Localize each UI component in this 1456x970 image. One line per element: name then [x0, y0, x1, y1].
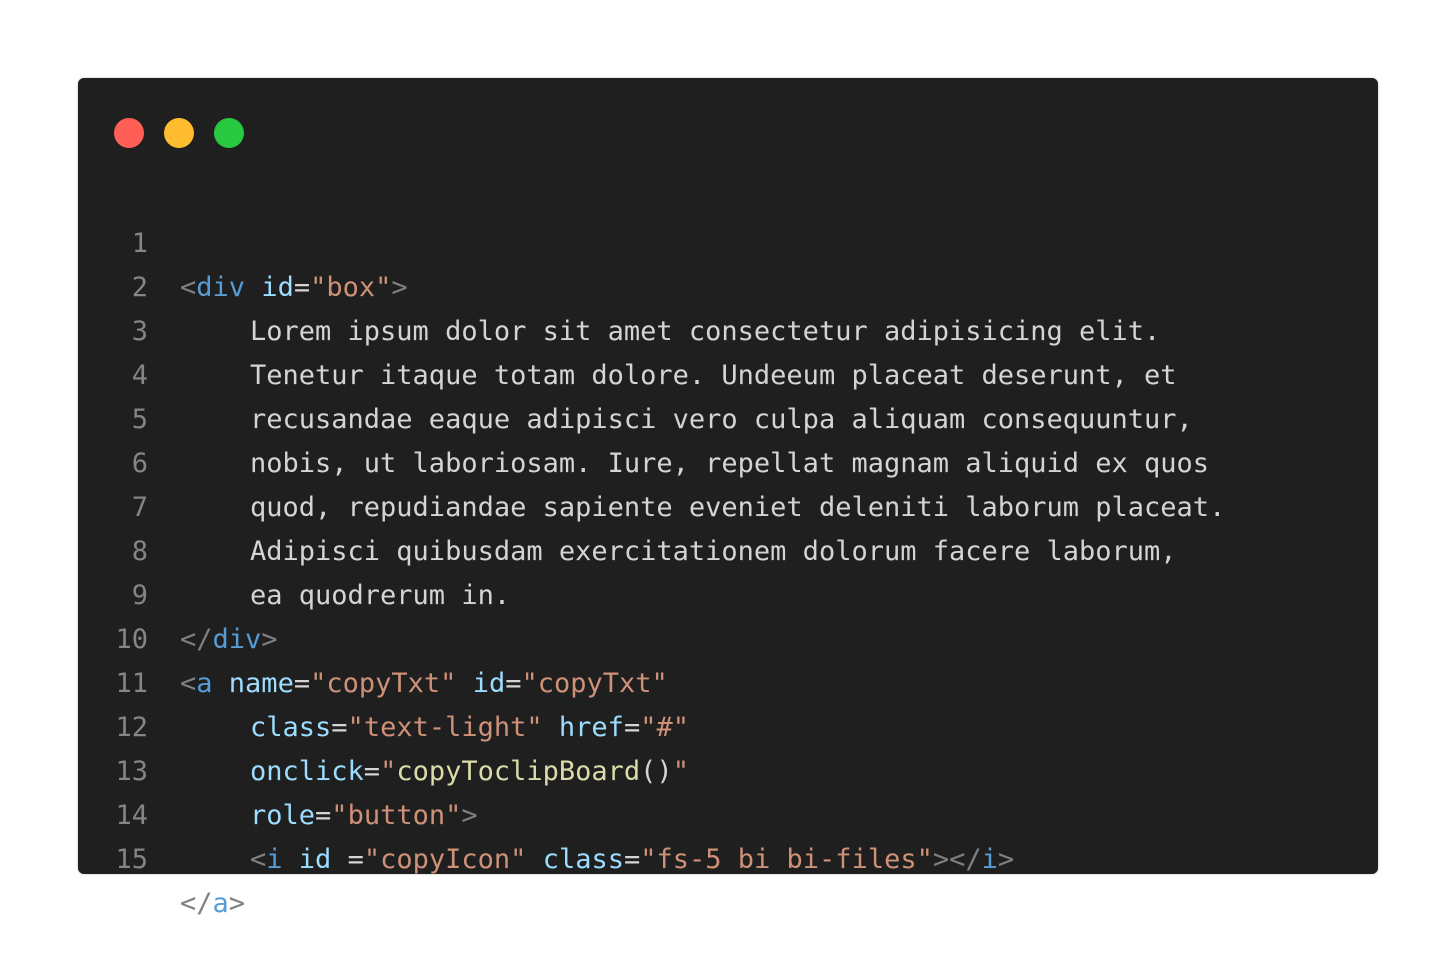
code-line: 8 ea quodrerum in. [78, 486, 1378, 611]
tag-name: i [266, 844, 283, 875]
tag-bracket: </ [949, 844, 982, 875]
code-line: 1 <div id="box"> [78, 178, 1378, 303]
quote: " [363, 844, 381, 875]
code-window: 1 <div id="box"> 2 Lorem ipsum dolor sit… [78, 78, 1378, 919]
attribute-value: fs-5 bi bi-files [656, 844, 917, 875]
line-content: <i id ="copyIcon" class="fs-5 bi bi-file… [180, 838, 1014, 882]
tag-name: i [981, 844, 998, 875]
code-line: 13 role="button"> [78, 706, 1378, 831]
tag-name: a [212, 888, 229, 919]
equals: = [347, 844, 364, 875]
code-line: 7 Adipisci quibusdam exercitationem dolo… [78, 442, 1378, 567]
line-content: </a> [180, 882, 245, 926]
code-line: 6 quod, repudiandae sapiente eveniet del… [78, 398, 1378, 523]
maximize-dot-icon[interactable] [214, 118, 244, 148]
equals: = [623, 844, 641, 875]
code-line: 2 Lorem ipsum dolor sit amet consectetur… [78, 222, 1378, 347]
tag-bracket: < [250, 844, 267, 875]
tag-bracket: > [228, 888, 246, 919]
quote: " [640, 844, 657, 875]
code-line: 5 nobis, ut laboriosam. Iure, repellat m… [78, 354, 1378, 479]
code-line: 12 onclick="copyToclipBoard()" [78, 662, 1378, 787]
code-line: 15 </a> [78, 794, 1378, 919]
attribute-name: class [542, 844, 624, 875]
tag-bracket: > [932, 844, 950, 875]
quote: " [916, 844, 933, 875]
close-dot-icon[interactable] [114, 118, 144, 148]
code-line: 10 <a name="copyTxt" id="copyTxt" [78, 574, 1378, 699]
code-block: 1 <div id="box"> 2 Lorem ipsum dolor sit… [78, 178, 1378, 919]
code-line: 9 </div> [78, 530, 1378, 655]
code-line: 14 <i id ="copyIcon" class="fs-5 bi bi-f… [78, 750, 1378, 875]
line-number: 15 [115, 844, 148, 875]
quote: " [510, 844, 527, 875]
tag-bracket: > [997, 844, 1015, 875]
code-line: 3 Tenetur itaque totam dolore. Undeeum p… [78, 266, 1378, 391]
attribute-name: id [298, 844, 348, 875]
tag-bracket: </ [180, 888, 213, 919]
attribute-value: copyIcon [380, 844, 511, 875]
code-line: 11 class="text-light" href="#" [78, 618, 1378, 743]
minimize-dot-icon[interactable] [164, 118, 194, 148]
code-line: 4 recusandae eaque adipisci vero culpa a… [78, 310, 1378, 435]
